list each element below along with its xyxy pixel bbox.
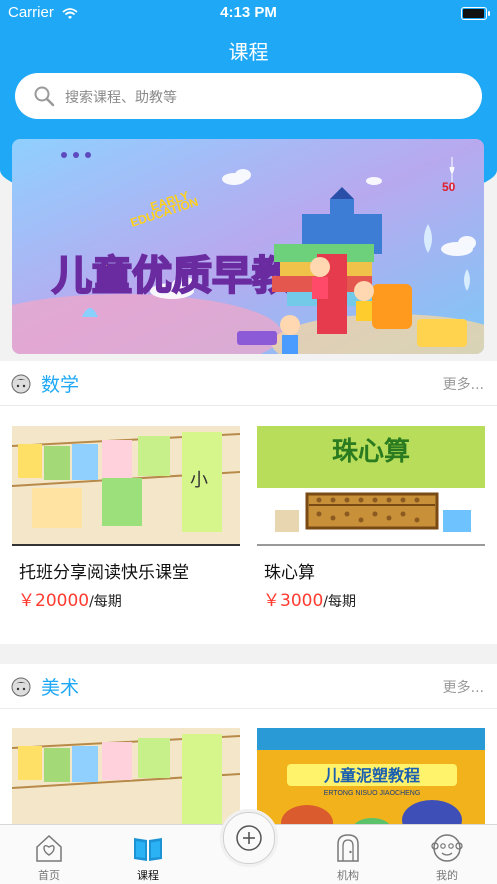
thumbnail-text: 珠心算 bbox=[332, 436, 410, 467]
course-thumbnail: 小 bbox=[12, 426, 240, 546]
tab-label: 机构 bbox=[337, 869, 359, 882]
tab-mine[interactable]: 我的 bbox=[407, 825, 487, 884]
battery-icon bbox=[461, 7, 490, 20]
clock: 4:13 PM bbox=[220, 4, 277, 21]
banner-headline: 儿童优质早教 bbox=[52, 253, 292, 299]
monkey-icon bbox=[431, 832, 463, 868]
svg-text:小: 小 bbox=[190, 470, 208, 491]
course-card[interactable]: 小 托班分享阅读快乐课堂 ￥20000/每期 bbox=[12, 426, 240, 611]
banner-badge: 50 bbox=[442, 180, 456, 194]
course-thumbnail: 珠心算 bbox=[257, 426, 485, 546]
course-price: ￥3000/每期 bbox=[263, 586, 356, 611]
add-button[interactable] bbox=[223, 812, 275, 864]
section-title: 数学 bbox=[41, 374, 80, 396]
search-bar[interactable]: 搜索课程、助教等 bbox=[15, 73, 482, 119]
tab-label: 课程 bbox=[137, 869, 159, 882]
price-amount: ￥3000 bbox=[263, 591, 324, 611]
more-link[interactable]: 更多... bbox=[443, 374, 484, 394]
tab-course[interactable]: 课程 bbox=[108, 825, 188, 884]
course-name: 托班分享阅读快乐课堂 bbox=[19, 563, 189, 583]
section-header: 美术 更多... bbox=[0, 664, 497, 709]
tab-label: 我的 bbox=[436, 869, 458, 882]
section-avatar-icon bbox=[11, 677, 31, 701]
more-link[interactable]: 更多... bbox=[443, 677, 484, 697]
section-title: 美术 bbox=[41, 677, 80, 699]
section-math: 数学 更多... 小 托班分享阅读快乐课堂 ￥20000/每期 珠心算 珠心算 … bbox=[0, 361, 497, 644]
course-name: 珠心算 bbox=[264, 563, 315, 583]
page-title: 课程 bbox=[228, 40, 269, 64]
section-header: 数学 更多... bbox=[0, 361, 497, 406]
building-icon bbox=[332, 832, 364, 868]
course-price: ￥20000/每期 bbox=[18, 586, 122, 611]
course-card[interactable]: 珠心算 珠心算 ￥3000/每期 bbox=[257, 426, 485, 611]
thumbnail-text: 儿童泥塑教程 bbox=[323, 766, 420, 785]
price-period: /每期 bbox=[323, 594, 356, 610]
price-period: /每期 bbox=[89, 594, 122, 610]
promo-banner[interactable]: 50 EARLY EDUCATION 儿童优质早教 bbox=[12, 139, 484, 354]
book-icon bbox=[132, 832, 164, 868]
tab-institution[interactable]: 机构 bbox=[308, 825, 388, 884]
plus-icon bbox=[235, 824, 263, 856]
search-icon bbox=[33, 85, 55, 111]
section-avatar-icon bbox=[11, 374, 31, 398]
search-placeholder: 搜索课程、助教等 bbox=[65, 90, 177, 106]
tab-home[interactable]: 首页 bbox=[9, 825, 89, 884]
thumbnail-subtext: ERTONG NISUO JIAOCHENG bbox=[324, 790, 421, 797]
status-bar: Carrier 4:13 PM bbox=[0, 0, 497, 28]
price-amount: ￥20000 bbox=[18, 591, 90, 611]
tab-label: 首页 bbox=[38, 869, 60, 882]
home-icon bbox=[33, 832, 65, 868]
